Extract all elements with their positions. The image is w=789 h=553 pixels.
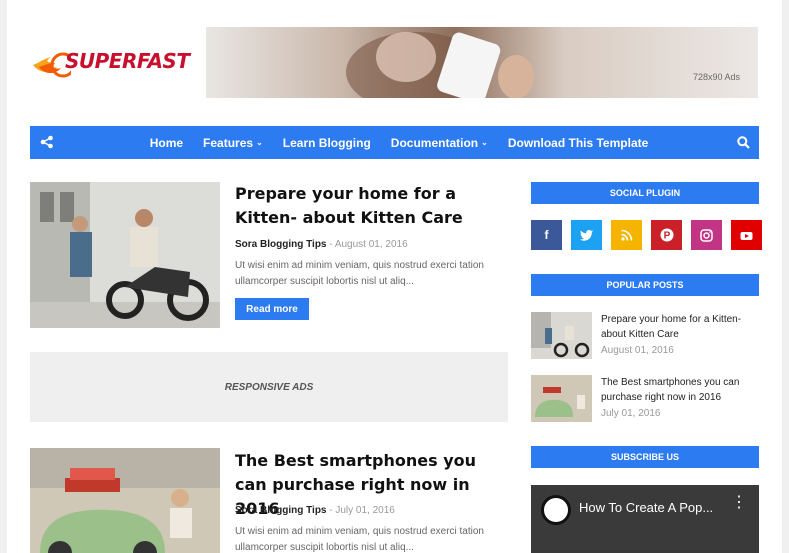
subscribe-title: SUBSCRIBE US [531,446,759,468]
logo-text: SUPERFAST [65,49,190,73]
post-meta-1: Sora Blogging Tips - August 01, 2016 [235,239,408,250]
popular-post-thumbnail-2[interactable] [531,375,592,422]
post-excerpt-1: Ut wisi enim ad minim veniam, quis nostr… [235,260,484,287]
social-buttons: f P [531,220,762,250]
youtube-video-embed[interactable]: How To Create A Pop... ⋮ [531,485,759,553]
social-plugin-title: SOCIAL PLUGIN [531,182,759,204]
youtube-icon[interactable] [731,220,762,250]
post-thumbnail-2[interactable] [30,448,220,553]
facebook-icon[interactable]: f [531,220,562,250]
pinterest-icon[interactable]: P [651,220,682,250]
page: SUPERFAST 728x90 Ads Home Features ⌄ Lear… [7,0,782,553]
twitter-icon[interactable] [571,220,602,250]
popular-posts-title: POPULAR POSTS [531,274,759,296]
responsive-ads-slot[interactable]: RESPONSIVE ADS [30,352,508,422]
ad-size-label: 728x90 Ads [692,72,740,82]
post-date-2: - July 01, 2016 [329,505,395,516]
nav-item-documentation[interactable]: Documentation ⌄ [391,136,488,150]
popular-post-thumbnail-1[interactable] [531,312,592,359]
nav-item-home[interactable]: Home [150,136,183,150]
ad-banner-image [346,32,534,98]
main-navigation: Home Features ⌄ Learn Blogging Documentat… [30,126,759,159]
responsive-ads-label: RESPONSIVE ADS [224,381,314,393]
post-excerpt-2: Ut wisi enim ad minim veniam, quis nostr… [235,526,484,553]
nav-item-download-template[interactable]: Download This Template [508,136,648,150]
post-image-1 [30,182,220,328]
popular-post-title-1[interactable]: Prepare your home for a Kitten- about Ki… [601,312,761,342]
post-author-2[interactable]: Sora Blogging Tips [235,505,326,516]
nav-item-features[interactable]: Features ⌄ [203,136,263,150]
read-more-button[interactable]: Read more [235,298,309,320]
popular-post-title-2[interactable]: The Best smartphones you can purchase ri… [601,375,761,405]
header-ad-banner[interactable]: 728x90 Ads [206,27,758,98]
rss-icon[interactable] [611,220,642,250]
search-icon[interactable] [737,136,750,149]
post-image-2 [30,448,220,553]
channel-avatar [541,495,571,525]
post-author-1[interactable]: Sora Blogging Tips [235,239,326,250]
popular-post-date-1: August 01, 2016 [601,345,674,356]
chevron-down-icon: ⌄ [256,138,263,147]
post-meta-2: Sora Blogging Tips - July 01, 2016 [235,505,395,516]
site-logo[interactable]: SUPERFAST [31,40,190,86]
video-title: How To Create A Pop... [579,500,714,515]
post-date-1: - August 01, 2016 [329,239,408,250]
more-options-icon[interactable]: ⋮ [731,495,747,511]
svg-text:P: P [663,231,670,242]
post-title-1[interactable]: Prepare your home for a Kitten- about Ki… [235,182,505,230]
nav-item-learn-blogging[interactable]: Learn Blogging [283,136,371,150]
instagram-icon[interactable] [691,220,722,250]
chevron-down-icon: ⌄ [481,138,488,147]
post-thumbnail-1[interactable] [30,182,220,328]
popular-post-date-2: July 01, 2016 [601,408,661,419]
